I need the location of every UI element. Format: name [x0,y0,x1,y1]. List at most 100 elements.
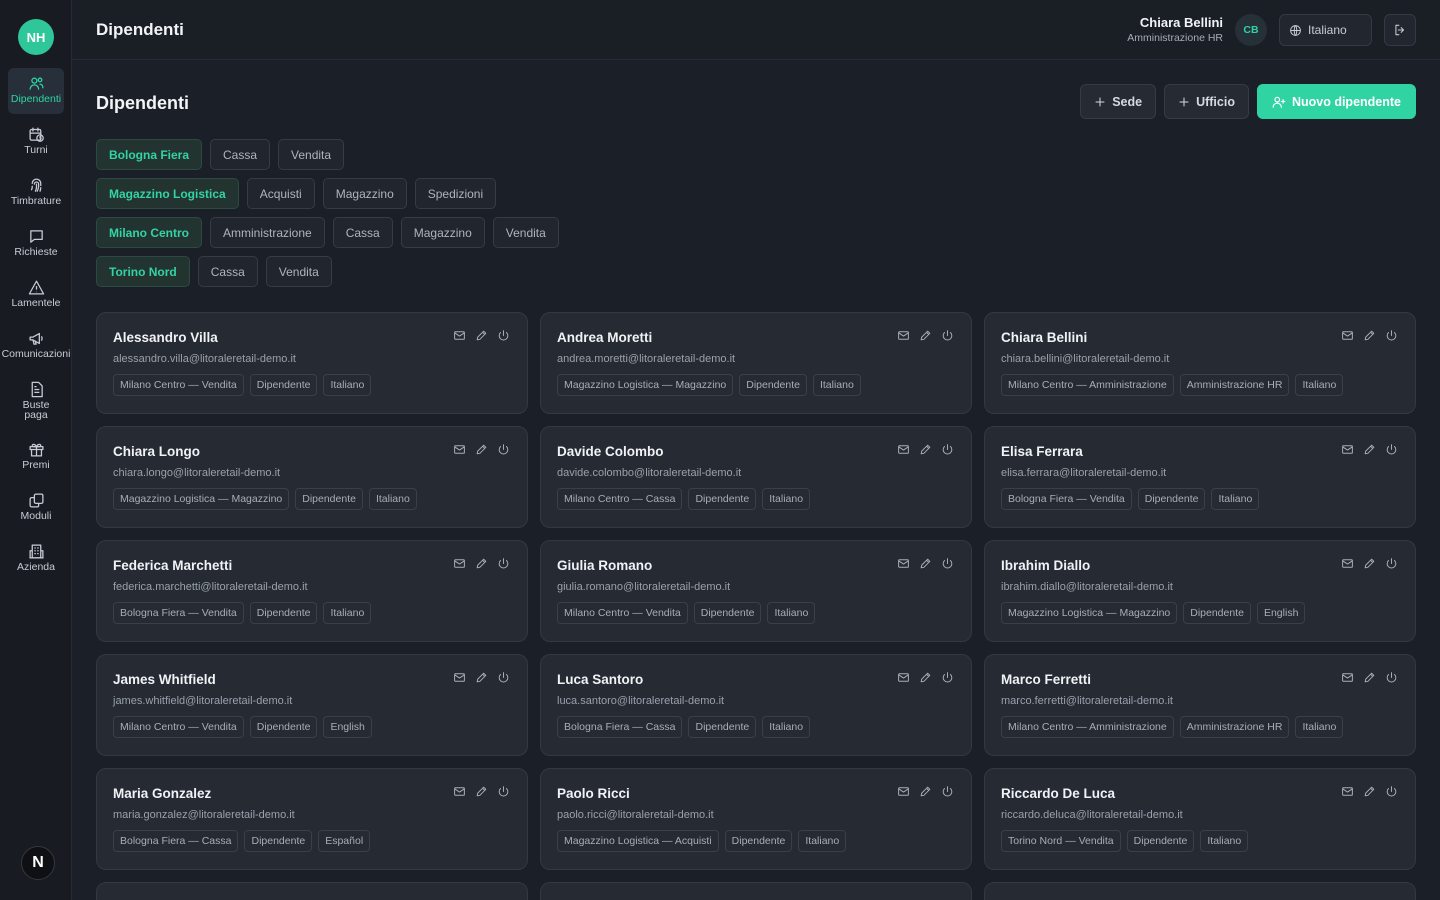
filter-chip-site[interactable]: Milano Centro [96,217,202,248]
sidebar-item-buste-paga[interactable]: Buste paga [8,374,64,429]
deactivate-button[interactable] [497,443,511,457]
deactivate-button[interactable] [497,329,511,343]
email-button[interactable] [1341,671,1355,685]
edit-button[interactable] [1363,443,1377,457]
add-ufficio-button[interactable]: Ufficio [1164,84,1249,119]
employee-email: andrea.moretti@litoraleretail-demo.it [557,353,736,365]
edit-button[interactable] [475,671,489,685]
email-button[interactable] [897,557,911,571]
avatar[interactable]: CB [1235,14,1267,46]
app-badge[interactable]: N [21,846,55,880]
deactivate-button[interactable] [1385,557,1399,571]
email-button[interactable] [1341,443,1355,457]
employee-card[interactable]: Luca Santoro luca.santoro@litoraleretail-… [540,654,972,756]
employee-card[interactable]: Federica Marchetti federica.marchetti@lit… [96,540,528,642]
deactivate-button[interactable] [941,329,955,343]
filter-chip-dept[interactable]: Cassa [332,217,393,248]
employee-card[interactable]: Paolo Ricci paolo.ricci@litoraleretail-de… [540,768,972,870]
sidebar-item-moduli[interactable]: Moduli [8,485,64,531]
filter-chip-dept[interactable]: Amministrazione [210,217,325,248]
deactivate-button[interactable] [497,785,511,799]
deactivate-button[interactable] [1385,443,1399,457]
sidebar-item-dipendenti[interactable]: Dipendenti [8,68,64,114]
filter-chip-site[interactable]: Bologna Fiera [96,139,203,170]
filter-chip-dept[interactable]: Spedizioni [414,178,497,209]
deactivate-button[interactable] [941,671,955,685]
sidebar-item-lamentele[interactable]: Lamentele [8,272,64,318]
filter-chip-dept[interactable]: Cassa [210,139,271,170]
edit-button[interactable] [919,671,933,685]
edit-button[interactable] [1363,329,1377,343]
employee-card[interactable]: Riccardo De Luca riccardo.deluca@litorale… [984,768,1416,870]
employee-card-partial[interactable] [984,882,1416,900]
sidebar-item-richieste[interactable]: Richieste [8,221,64,267]
brand-logo[interactable]: NH [18,19,54,55]
filter-chip-dept[interactable]: Vendita [492,217,559,248]
filter-chip-dept[interactable]: Acquisti [246,178,315,209]
employee-card[interactable]: Davide Colombo davide.colombo@litoraleret… [540,426,972,528]
edit-button[interactable] [1363,557,1377,571]
employee-card[interactable]: Chiara Bellini chiara.bellini@litoraleret… [984,312,1416,414]
filter-row: Milano Centro Amministrazione Cassa Magazzi… [96,217,559,248]
email-button[interactable] [897,785,911,799]
employee-card[interactable]: Alessandro Villa alessandro.villa@litoral… [96,312,528,414]
employee-card[interactable]: Maria Gonzalez maria.gonzalez@litoraleret… [96,768,528,870]
edit-button[interactable] [475,443,489,457]
edit-button[interactable] [1363,671,1377,685]
employee-card[interactable]: Marco Ferretti marco.ferretti@litoraleret… [984,654,1416,756]
email-button[interactable] [1341,785,1355,799]
email-button[interactable] [453,671,467,685]
employee-card[interactable]: Elisa Ferrara elisa.ferrara@litoraleretai… [984,426,1416,528]
employee-card-partial[interactable] [96,882,528,900]
email-button[interactable] [453,785,467,799]
deactivate-button[interactable] [941,443,955,457]
filter-chip-dept[interactable]: Magazzino [400,217,485,248]
edit-button[interactable] [475,785,489,799]
email-button[interactable] [897,443,911,457]
deactivate-button[interactable] [497,557,511,571]
edit-button[interactable] [919,443,933,457]
employee-card-partial[interactable] [540,882,972,900]
filter-chip-dept[interactable]: Vendita [278,139,345,170]
filter-chip-dept[interactable]: Magazzino [322,178,407,209]
edit-button[interactable] [919,329,933,343]
sidebar-item-azienda[interactable]: Azienda [8,536,64,582]
sidebar-item-timbrature[interactable]: Timbrature [8,170,64,216]
filter-chip-dept[interactable]: Cassa [197,256,258,287]
edit-button[interactable] [475,557,489,571]
deactivate-button[interactable] [1385,329,1399,343]
email-button[interactable] [1341,329,1355,343]
deactivate-button[interactable] [1385,671,1399,685]
deactivate-button[interactable] [1385,785,1399,799]
email-button[interactable] [897,329,911,343]
filter-chip-dept[interactable]: Vendita [265,256,332,287]
employee-card[interactable]: Ibrahim Diallo ibrahim.diallo@litoraleret… [984,540,1416,642]
employee-card[interactable]: Chiara Longo chiara.longo@litoraleretail-… [96,426,528,528]
filter-chip-site[interactable]: Magazzino Logistica [96,178,239,209]
deactivate-button[interactable] [497,671,511,685]
location-tag: Bologna Fiera — Cassa [113,830,239,852]
edit-button[interactable] [919,785,933,799]
filter-chip-site[interactable]: Torino Nord [96,256,190,287]
email-button[interactable] [453,557,467,571]
employee-card[interactable]: Andrea Moretti andrea.moretti@litoraleret… [540,312,972,414]
language-select[interactable]: Italiano [1279,14,1372,46]
add-sede-button[interactable]: Sede [1080,84,1157,119]
deactivate-button[interactable] [941,557,955,571]
power-icon [942,786,953,797]
edit-button[interactable] [919,557,933,571]
deactivate-button[interactable] [941,785,955,799]
email-button[interactable] [897,671,911,685]
sidebar-item-premi[interactable]: Premi [8,434,64,480]
edit-button[interactable] [1363,785,1377,799]
sidebar-item-comunicazioni[interactable]: Comunicazioni [2,323,70,369]
edit-button[interactable] [475,329,489,343]
employee-card[interactable]: James Whitfield james.whitfield@litoraler… [96,654,528,756]
new-employee-button[interactable]: Nuovo dipendente [1256,84,1416,119]
sidebar-item-turni[interactable]: Turni [8,119,64,165]
employee-card[interactable]: Giulia Romano giulia.romano@litoraleretai… [540,540,972,642]
logout-button[interactable] [1384,14,1416,46]
email-button[interactable] [1341,557,1355,571]
email-button[interactable] [453,443,467,457]
email-button[interactable] [453,329,467,343]
